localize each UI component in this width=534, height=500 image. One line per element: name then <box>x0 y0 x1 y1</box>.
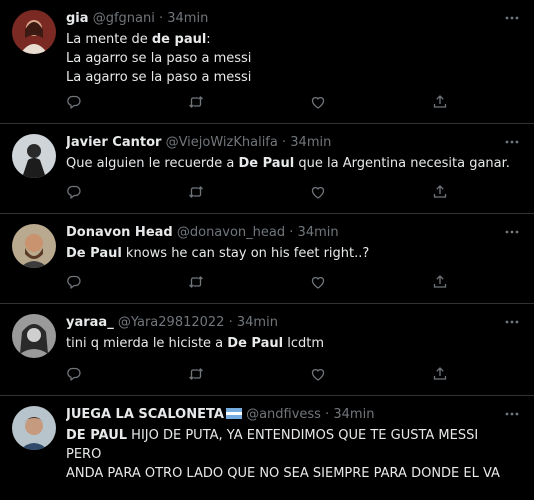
reply-icon[interactable] <box>66 184 84 202</box>
separator-dot: · <box>289 225 294 240</box>
tweet[interactable]: gia @gfgnani · 34min La mente de de paul… <box>0 0 534 124</box>
avatar[interactable] <box>12 224 56 268</box>
more-icon[interactable] <box>504 10 520 26</box>
tweet-text-line: DE PAUL HIJO DE PUTA, YA ENTENDIMOS QUE … <box>66 426 514 464</box>
tweet-actions <box>66 184 454 202</box>
tweet-text: DE PAUL HIJO DE PUTA, YA ENTENDIMOS QUE … <box>66 426 514 483</box>
tweet-text: Que alguien le recuerde a De Paul que la… <box>66 154 514 173</box>
text-segment: La mente de <box>66 32 152 47</box>
avatar[interactable] <box>12 406 56 450</box>
avatar[interactable] <box>12 10 56 54</box>
tweet-header: yaraa_ @Yara29812022 · 34min <box>66 314 494 332</box>
share-icon[interactable] <box>432 94 450 112</box>
tweet-header: gia @gfgnani · 34min <box>66 10 494 28</box>
timestamp[interactable]: 34min <box>298 225 339 240</box>
handle[interactable]: @ViejoWizKhalifa <box>166 135 278 150</box>
handle[interactable]: @donavon_head <box>177 225 285 240</box>
tweet-header: JUEGA LA SCALONETA @andfivess · 34min <box>66 406 494 424</box>
timestamp[interactable]: 34min <box>333 407 374 422</box>
separator-dot: · <box>282 135 287 150</box>
tweet-text-line: ANDA PARA OTRO LADO QUE NO SEA SIEMPRE P… <box>66 464 514 483</box>
tweet-text-line: De Paul knows he can stay on his feet ri… <box>66 244 514 263</box>
timestamp[interactable]: 34min <box>237 315 278 330</box>
more-icon[interactable] <box>504 224 520 240</box>
display-name[interactable]: JUEGA LA SCALONETA <box>66 407 224 422</box>
highlighted-text: DE PAUL <box>66 428 128 443</box>
text-segment: knows he can stay on his feet right..? <box>121 246 370 261</box>
more-icon[interactable] <box>504 406 520 422</box>
handle[interactable]: @andfivess <box>246 407 321 422</box>
highlighted-text: de paul <box>151 32 207 47</box>
highlighted-text: De Paul <box>238 156 295 171</box>
avatar[interactable] <box>12 134 56 178</box>
retweet-icon[interactable] <box>188 274 206 292</box>
tweet-text-line: Que alguien le recuerde a De Paul que la… <box>66 154 514 173</box>
tweet-actions <box>66 274 454 292</box>
tweet-text: De Paul knows he can stay on his feet ri… <box>66 244 514 263</box>
retweet-icon[interactable] <box>188 94 206 112</box>
text-segment: HIJO DE PUTA, YA ENTENDIMOS QUE TE GUSTA… <box>66 428 479 462</box>
avatar[interactable] <box>12 314 56 358</box>
share-icon[interactable] <box>432 274 450 292</box>
tweet[interactable]: Donavon Head @donavon_head · 34min De Pa… <box>0 214 534 304</box>
separator-dot: · <box>158 11 164 26</box>
like-icon[interactable] <box>310 184 328 202</box>
reply-icon[interactable] <box>66 94 84 112</box>
text-segment: tini q mierda le hiciste a <box>66 336 228 351</box>
text-segment: : <box>206 32 211 47</box>
tweet-text-line: La mente de de paul: <box>66 30 514 49</box>
text-segment: Que alguien le recuerde a <box>66 156 239 171</box>
reply-icon[interactable] <box>66 274 84 292</box>
tweet-text: La mente de de paul: La agarro se la paso… <box>66 30 514 87</box>
more-icon[interactable] <box>504 134 520 150</box>
timestamp[interactable]: 34min <box>167 11 208 26</box>
highlighted-text: De Paul <box>227 336 284 351</box>
retweet-icon[interactable] <box>188 366 206 384</box>
reply-icon[interactable] <box>66 366 84 384</box>
tweet-header: Donavon Head @donavon_head · 34min <box>66 224 494 242</box>
retweet-icon[interactable] <box>188 184 206 202</box>
share-icon[interactable] <box>432 366 450 384</box>
tweet-feed: gia @gfgnani · 34min La mente de de paul… <box>0 0 534 500</box>
display-name[interactable]: yaraa_ <box>66 315 114 330</box>
handle[interactable]: @gfgnani <box>93 11 155 26</box>
text-segment: que la Argentina necesita ganar. <box>294 156 510 171</box>
tweet-text-line: La agarro se la paso a messi <box>66 49 514 68</box>
tweet-text-line: tini q mierda le hiciste a De Paul lcdtm <box>66 334 514 353</box>
separator-dot: · <box>228 315 233 330</box>
tweet[interactable]: JUEGA LA SCALONETA @andfivess · 34min DE… <box>0 396 534 500</box>
tweet-actions <box>66 366 454 384</box>
text-segment: lcdtm <box>283 336 324 351</box>
text-segment: ANDA PARA OTRO LADO QUE NO SEA SIEMPRE P… <box>66 466 500 481</box>
separator-dot: · <box>325 407 330 422</box>
tweet-actions <box>66 94 454 112</box>
text-segment: La agarro se la paso a messi <box>66 70 252 85</box>
argentina-flag-emoji <box>225 408 242 419</box>
tweet[interactable]: yaraa_ @Yara29812022 · 34min tini q mier… <box>0 304 534 396</box>
tweet[interactable]: Javier Cantor @ViejoWizKhalifa · 34min Q… <box>0 124 534 214</box>
handle[interactable]: @Yara29812022 <box>118 315 225 330</box>
timestamp[interactable]: 34min <box>290 135 331 150</box>
highlighted-text: De Paul <box>66 246 122 261</box>
display-name[interactable]: Javier Cantor <box>66 135 161 150</box>
like-icon[interactable] <box>310 94 328 112</box>
like-icon[interactable] <box>310 366 328 384</box>
tweet-text-line: La agarro se la paso a messi <box>66 68 514 87</box>
display-name[interactable]: Donavon Head <box>66 225 173 240</box>
share-icon[interactable] <box>432 184 450 202</box>
like-icon[interactable] <box>310 274 328 292</box>
tweet-text: tini q mierda le hiciste a De Paul lcdtm <box>66 334 514 353</box>
more-icon[interactable] <box>504 314 520 330</box>
text-segment: La agarro se la paso a messi <box>66 51 252 66</box>
display-name[interactable]: gia <box>66 11 89 26</box>
tweet-header: Javier Cantor @ViejoWizKhalifa · 34min <box>66 134 494 152</box>
